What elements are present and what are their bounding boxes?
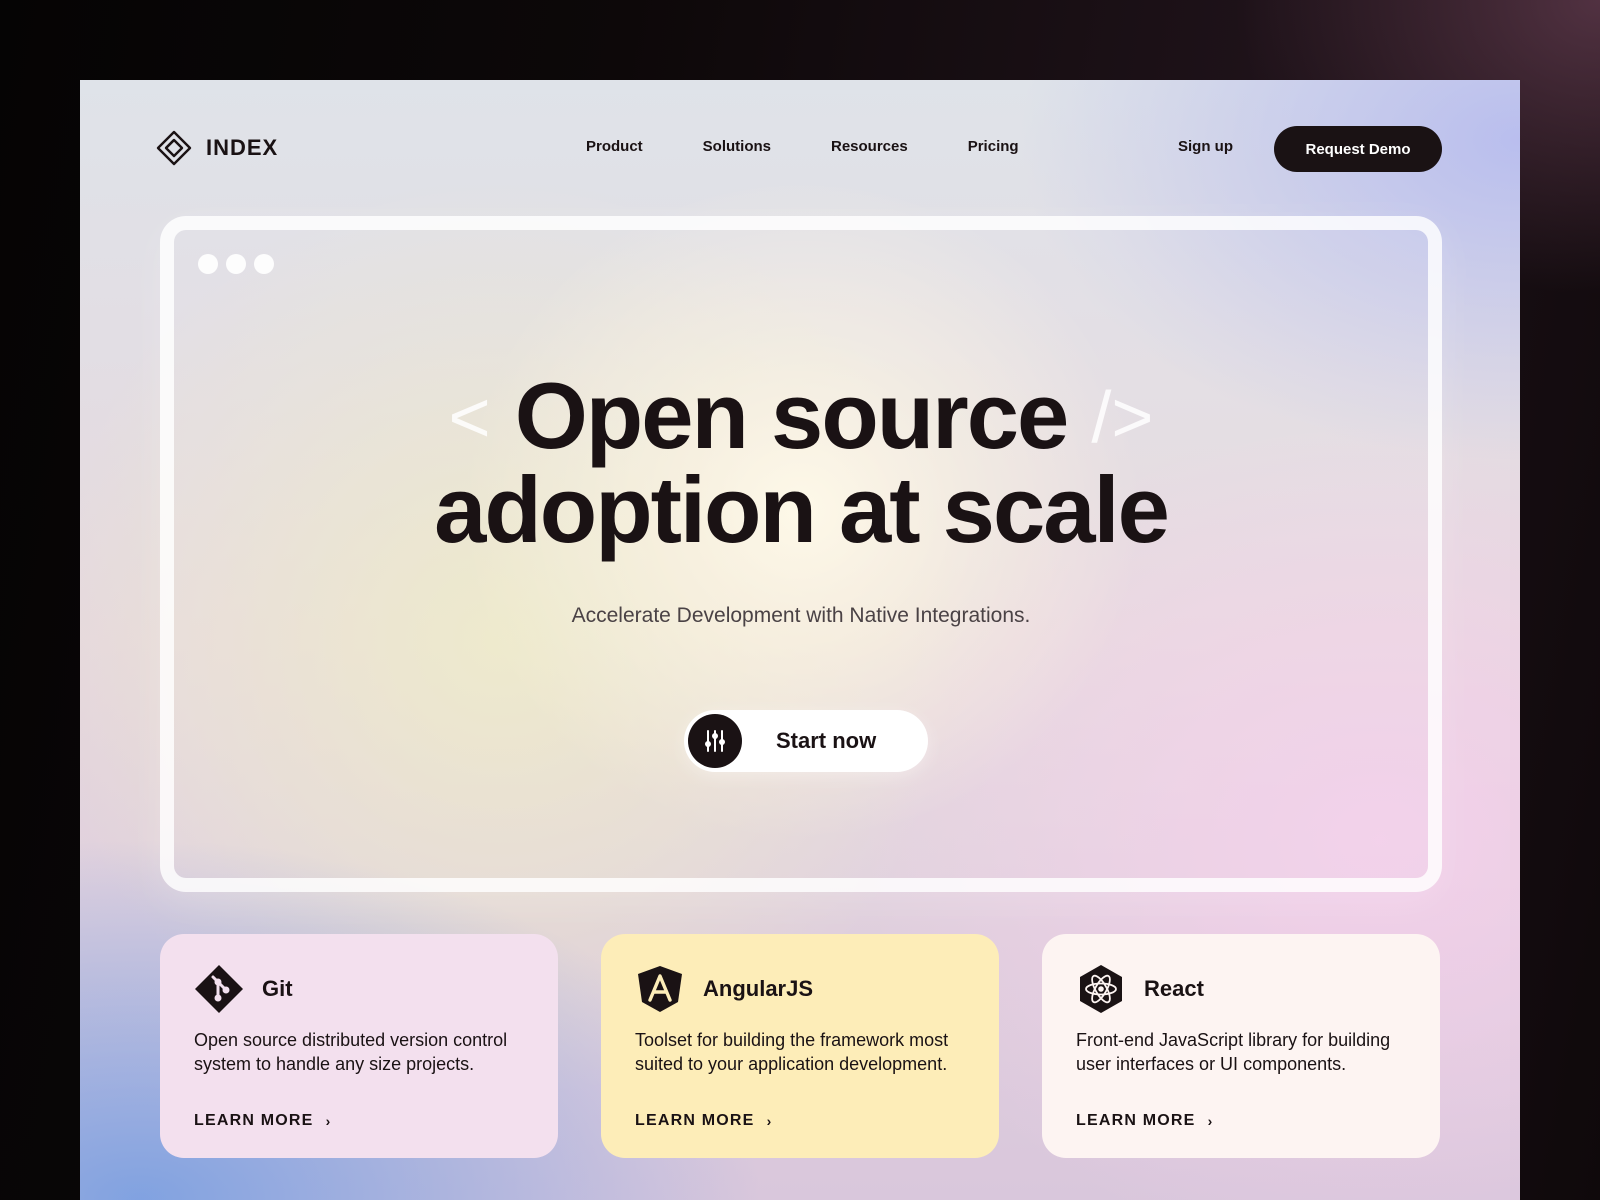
- hero-title-line2: adoption at scale: [434, 457, 1170, 562]
- window-dot: [198, 254, 218, 274]
- window-controls: [198, 254, 274, 274]
- learn-more-link[interactable]: LEARN MORE ›: [635, 1112, 965, 1130]
- hero-window: < Open source /> adoption at scale Accel…: [160, 216, 1442, 892]
- nav-link-product[interactable]: Product: [586, 138, 643, 155]
- start-now-button[interactable]: Start now: [684, 710, 928, 772]
- chevron-right-icon: ›: [1207, 1113, 1214, 1129]
- learn-more-link[interactable]: LEARN MORE ›: [194, 1112, 524, 1130]
- sliders-icon: [688, 714, 742, 768]
- git-icon: [195, 965, 243, 1013]
- sign-up-link[interactable]: Sign up: [1178, 138, 1233, 155]
- react-icon: [1080, 965, 1122, 1013]
- learn-more-label: LEARN MORE: [635, 1112, 755, 1129]
- code-bracket-open: <: [448, 378, 491, 458]
- top-navigation: INDEX Product Solutions Resources Pricin…: [80, 80, 1520, 220]
- nav-links: Product Solutions Resources Pricing: [586, 138, 1019, 155]
- window-dot: [254, 254, 274, 274]
- hero-title-line1: Open source: [514, 363, 1070, 468]
- card-angularjs: AngularJS Toolset for building the frame…: [601, 934, 999, 1158]
- request-demo-button[interactable]: Request Demo: [1274, 126, 1442, 172]
- code-bracket-close: />: [1091, 378, 1154, 458]
- integration-cards: Git Open source distributed version cont…: [160, 934, 1442, 1158]
- card-title: AngularJS: [703, 976, 814, 1001]
- nav-link-resources[interactable]: Resources: [831, 138, 908, 155]
- learn-more-link[interactable]: LEARN MORE ›: [1076, 1112, 1406, 1130]
- hero-subtitle: Accelerate Development with Native Integ…: [571, 604, 1031, 627]
- card-header: AngularJS: [635, 964, 965, 1014]
- card-description: Toolset for building the framework most …: [635, 1030, 949, 1074]
- card-header: Git: [194, 964, 524, 1014]
- learn-more-label: LEARN MORE: [194, 1112, 314, 1129]
- card-react: React Front-end JavaScript library for b…: [1042, 934, 1440, 1158]
- start-now-label: Start now: [776, 728, 877, 753]
- card-header: React: [1076, 964, 1406, 1014]
- landing-page: INDEX Product Solutions Resources Pricin…: [80, 80, 1520, 1200]
- angular-icon: [638, 966, 682, 1012]
- chevron-right-icon: ›: [325, 1113, 332, 1129]
- chevron-right-icon: ›: [766, 1113, 773, 1129]
- card-description: Front-end JavaScript library for buildin…: [1076, 1030, 1391, 1074]
- nav-link-solutions[interactable]: Solutions: [703, 138, 771, 155]
- card-git: Git Open source distributed version cont…: [160, 934, 558, 1158]
- window-dot: [226, 254, 246, 274]
- hero-title: < Open source /> adoption at scale: [174, 369, 1428, 557]
- card-title: React: [1144, 976, 1204, 1001]
- card-description: Open source distributed version control …: [194, 1030, 508, 1074]
- nav-link-pricing[interactable]: Pricing: [968, 138, 1019, 155]
- card-title: Git: [262, 976, 293, 1001]
- brand-name: INDEX: [206, 135, 279, 160]
- diamond-logo-icon: [156, 130, 192, 166]
- learn-more-label: LEARN MORE: [1076, 1112, 1196, 1129]
- brand-logo[interactable]: INDEX: [156, 130, 278, 166]
